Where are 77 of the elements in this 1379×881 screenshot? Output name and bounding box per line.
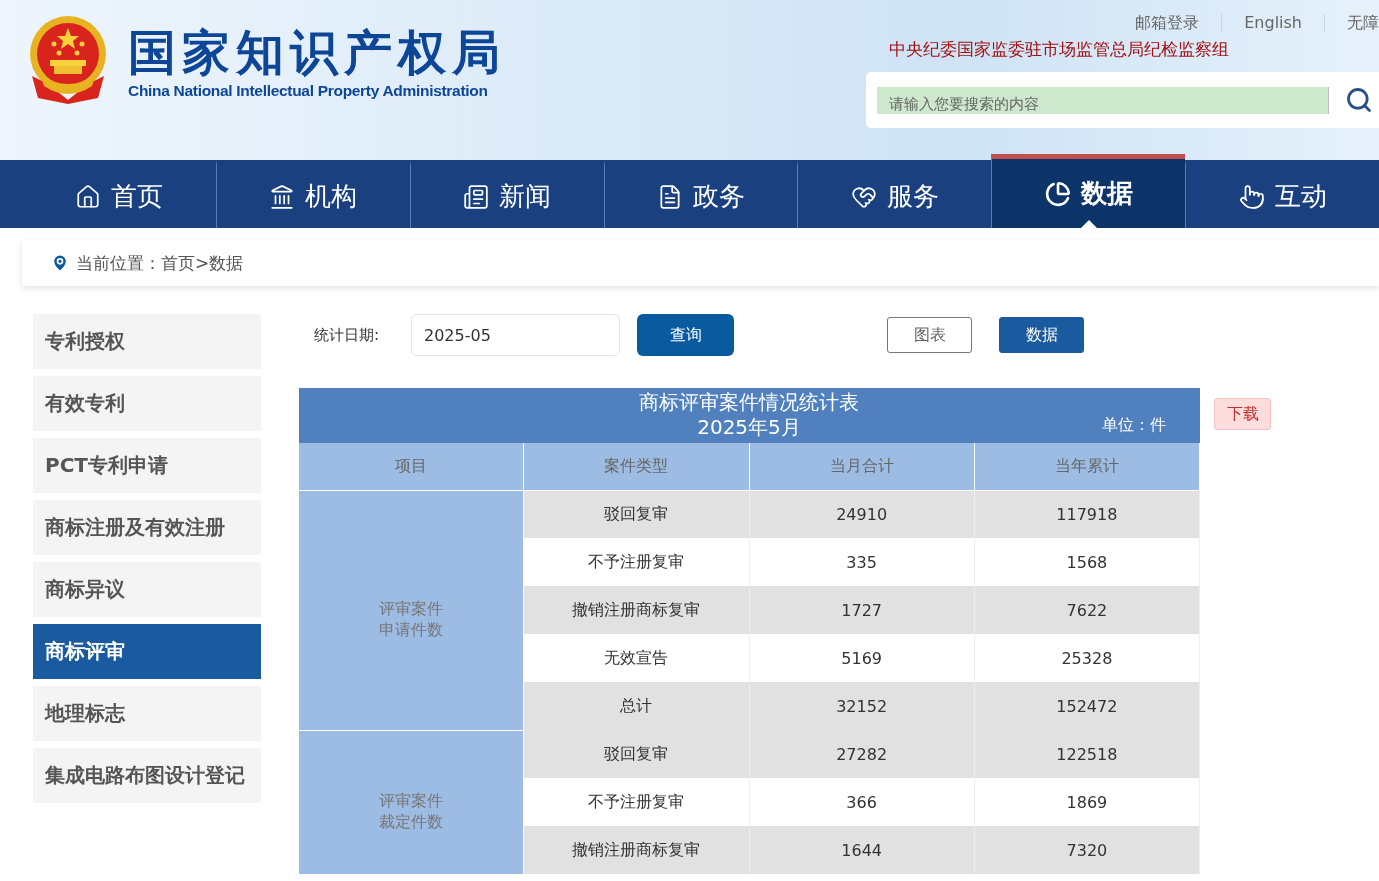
date-field[interactable]: 2025-05 (411, 314, 620, 356)
location-pin-icon (50, 253, 70, 273)
nav-tab[interactable]: 政务 (603, 160, 798, 228)
sidebar-item[interactable]: 专利授权 (33, 314, 261, 369)
table-cell: 1644 (749, 826, 975, 874)
sidebar-item[interactable]: 有效专利 (33, 376, 261, 431)
table-cell: 24910 (749, 490, 975, 538)
table-cell: 122518 (974, 730, 1200, 778)
table-cell: 不予注册复审 (523, 538, 749, 586)
sidebar-item[interactable]: 商标注册及有效注册 (33, 500, 261, 555)
search-icon[interactable] (1345, 86, 1373, 114)
unit-label: 单位：件 (1101, 414, 1166, 436)
site-title: 国家知识产权局 (128, 23, 506, 82)
nav-tab[interactable]: 数据 (991, 154, 1186, 228)
column-header: 案件类型 (523, 443, 749, 490)
query-button[interactable]: 查询 (637, 314, 734, 356)
view-toggle-button[interactable]: 图表 (887, 317, 972, 353)
column-header: 当月合计 (749, 443, 975, 490)
table-cell: 27282 (749, 730, 975, 778)
table-cell: 1727 (749, 586, 975, 634)
table-cell: 335 (749, 538, 975, 586)
table-cell: 32152 (749, 682, 975, 730)
nav-tab[interactable]: 新闻 (409, 160, 604, 228)
table-cell: 撤销注册商标复审 (523, 586, 749, 634)
pie-chart-icon (1044, 180, 1071, 207)
breadcrumb: 当前位置：首页>数据 (76, 251, 244, 275)
document-icon (657, 183, 683, 210)
view-toggle-button[interactable]: 数据 (999, 317, 1084, 353)
table-cell: 撤销注册商标复审 (523, 826, 749, 874)
table-title: 商标评审案件情况统计表 (638, 390, 860, 415)
nav-tab[interactable]: 首页 (22, 160, 216, 228)
caret-icon (1080, 220, 1097, 228)
pointing-hand-icon (1238, 183, 1265, 210)
table-cell: 25328 (974, 634, 1200, 682)
table-period: 2025年5月 (697, 415, 801, 440)
column-header: 项目 (298, 443, 524, 490)
nav-label: 互动 (1274, 180, 1327, 213)
date-label: 统计日期: (314, 325, 381, 345)
nav-label: 机构 (305, 180, 358, 213)
table-cell: 1568 (974, 538, 1200, 586)
site-subtitle: China National Intellectual Property Administration (128, 82, 489, 100)
group-cell: 评审案件 裁定件数 (298, 730, 524, 874)
table-cell: 无效宣告 (523, 634, 749, 682)
sidebar-item[interactable]: 商标异议 (33, 562, 261, 617)
newspaper-icon (463, 183, 490, 210)
table-cell: 117918 (974, 490, 1200, 538)
download-button[interactable]: 下载 (1214, 398, 1271, 430)
column-header: 当年累计 (974, 443, 1200, 490)
sidebar-item[interactable]: 集成电路布图设计登记 (33, 748, 261, 803)
table-cell: 7622 (974, 586, 1200, 634)
table-cell: 5169 (749, 634, 975, 682)
table-cell: 366 (749, 778, 975, 826)
nav-label: 新闻 (499, 180, 552, 213)
group-cell: 评审案件 申请件数 (298, 490, 524, 730)
table-cell: 152472 (974, 682, 1200, 730)
nav-tab[interactable]: 机构 (215, 160, 410, 228)
search-field[interactable]: 请输入您要搜索的内容 (877, 86, 1329, 114)
top-link[interactable]: English (1221, 14, 1324, 32)
table-cell: 1869 (974, 778, 1200, 826)
top-link[interactable]: 邮箱登录 (1113, 14, 1222, 32)
top-link[interactable]: 无障 (1324, 14, 1379, 32)
nav-label: 数据 (1080, 177, 1133, 210)
table-cell: 总计 (523, 682, 749, 730)
sidebar-item[interactable]: 地理标志 (33, 686, 261, 741)
sidebar-item[interactable]: 商标评审 (33, 624, 261, 679)
sidebar-item[interactable]: PCT专利申请 (33, 438, 261, 493)
table-cell: 驳回复审 (523, 730, 749, 778)
bank-icon (269, 183, 296, 210)
table-cell: 7320 (974, 826, 1200, 874)
nav-label: 政务 (693, 180, 745, 213)
nav-label: 首页 (110, 180, 163, 213)
table-cell: 不予注册复审 (523, 778, 749, 826)
table-cell: 驳回复审 (523, 490, 749, 538)
home-icon (74, 183, 101, 210)
nav-tab[interactable]: 互动 (1185, 160, 1379, 228)
notice-link[interactable]: 中央纪委国家监委驻市场监管总局纪检监察组 (889, 38, 1229, 61)
nav-label: 服务 (886, 180, 939, 213)
